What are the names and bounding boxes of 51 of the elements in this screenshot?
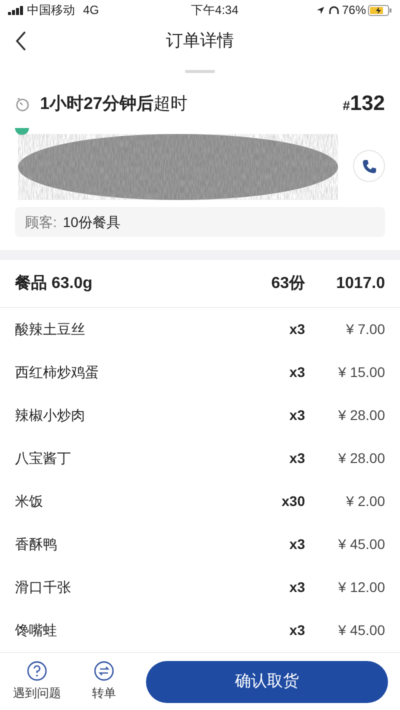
- battery-icon: [368, 4, 392, 16]
- call-button[interactable]: [353, 150, 385, 182]
- carrier-name: 中国移动: [27, 2, 75, 19]
- help-icon: [27, 661, 47, 681]
- dish-name: 辣椒小炒肉: [15, 406, 85, 425]
- items-count: 63份: [270, 274, 305, 294]
- dish-price: ¥ 7.00: [345, 320, 385, 339]
- items-weight: 餐品 63.0g: [15, 274, 92, 294]
- dish-quantity: x3: [288, 363, 305, 382]
- help-button[interactable]: 遇到问题: [12, 661, 62, 702]
- dish-price: ¥ 12.00: [337, 578, 385, 597]
- dish-quantity: x3: [288, 578, 305, 597]
- dish-name: 八宝酱丁: [15, 449, 71, 468]
- dish-quantity: x3: [288, 320, 305, 339]
- phone-icon: [362, 158, 376, 174]
- back-icon[interactable]: [15, 31, 27, 51]
- dish-price: ¥ 28.00: [337, 449, 385, 468]
- signal-icon: [8, 6, 24, 14]
- dish-price: ¥ 2.00: [345, 492, 385, 511]
- dish-quantity: x3: [288, 406, 305, 425]
- headphones-icon: [328, 6, 339, 14]
- battery-percent: 76%: [342, 2, 366, 19]
- transfer-button[interactable]: 转单: [84, 661, 124, 702]
- dish-price: ¥ 45.00: [337, 535, 385, 554]
- dish-price: ¥ 45.00: [337, 621, 385, 640]
- timer-icon: [15, 96, 30, 112]
- swap-icon: [94, 661, 114, 681]
- location-icon: [316, 6, 325, 14]
- drag-handle[interactable]: [185, 70, 215, 73]
- network-type: 4G: [83, 2, 100, 19]
- customer-note: 10份餐具: [62, 212, 120, 232]
- dish-quantity: x3: [288, 621, 305, 640]
- dish-name: 酸辣土豆丝: [15, 320, 85, 339]
- dish-name: 米饭: [15, 492, 43, 511]
- dish-price: ¥ 28.00: [337, 406, 385, 425]
- dish-quantity: x3: [288, 535, 305, 554]
- dish-quantity: x3: [288, 449, 305, 468]
- page-title: 订单详情: [166, 30, 234, 52]
- dish-name: 馋嘴蛙: [15, 621, 57, 640]
- dish-price: ¥ 15.00: [337, 363, 385, 382]
- store-icon: [15, 128, 29, 136]
- dish-name: 西红柿炒鸡蛋: [15, 363, 99, 382]
- dish-name: 香酥鸭: [15, 535, 57, 554]
- confirm-pickup-button[interactable]: 确认取货: [146, 660, 388, 702]
- dish-name: 滑口千张: [15, 578, 71, 597]
- timeout-text: 1小时27分钟后超时: [40, 93, 188, 116]
- items-total: 1017.0: [335, 274, 385, 294]
- order-number: #132: [342, 91, 385, 118]
- clock-time: 下午4:34: [191, 2, 238, 19]
- dish-quantity: x30: [280, 492, 305, 511]
- customer-label: 顾客:: [25, 212, 57, 232]
